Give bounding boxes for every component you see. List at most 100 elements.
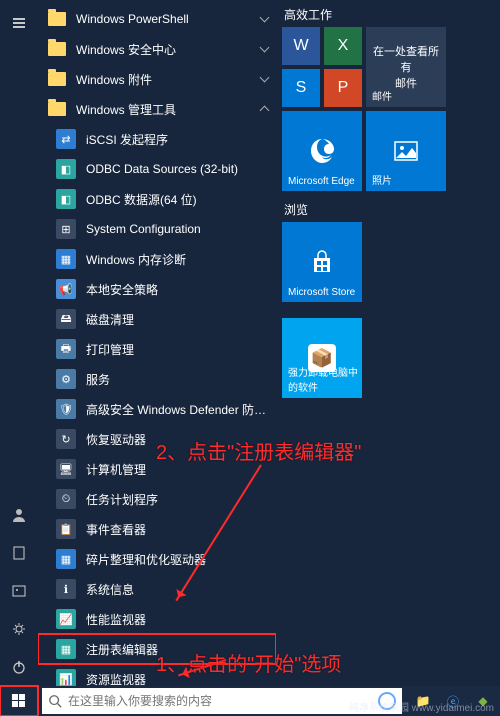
folder-windows-admin-tools[interactable]: Windows 管理工具 (38, 94, 276, 124)
edge-tile[interactable]: Microsoft Edge (282, 111, 362, 191)
app-icon: ℹ (56, 579, 76, 599)
tool-label: 任务计划程序 (86, 491, 158, 508)
app-icon: ▦ (56, 639, 76, 659)
section-header[interactable]: 浏览 (282, 195, 494, 222)
folder-label: Windows 管理工具 (76, 101, 176, 118)
start-button[interactable] (0, 686, 38, 716)
mini-tile[interactable]: S (282, 69, 320, 107)
tool-label: Windows 内存诊断 (86, 251, 186, 268)
app-icon: ⏲ (56, 489, 76, 509)
tool-iscsi[interactable]: ⇄iSCSI 发起程序 (38, 124, 276, 154)
tool-defrag[interactable]: ▦ 碎片整理和优化驱动器 (38, 544, 276, 574)
app-icon: 📋 (56, 519, 76, 539)
search-icon (48, 694, 62, 708)
store-icon (308, 248, 336, 276)
tool-label: 服务 (86, 371, 110, 388)
app-icon: ◧ (56, 189, 76, 209)
folder-windows-security[interactable]: Windows 安全中心 (38, 34, 276, 64)
pictures-button[interactable] (0, 572, 38, 610)
chevron-down-icon (260, 13, 270, 23)
tool-eventvwr[interactable]: 📋事件查看器 (38, 514, 276, 544)
tool-odbc32[interactable]: ◧ODBC Data Sources (32-bit) (38, 154, 276, 184)
tool-label: System Configuration (86, 222, 201, 236)
folder-windows-powershell[interactable]: Windows PowerShell (38, 4, 276, 34)
power-button[interactable] (0, 648, 38, 686)
app-icon: ▦ (56, 549, 76, 569)
tool-recovery[interactable]: ↻ 恢复驱动器 (38, 424, 276, 454)
tool-label: ODBC 数据源(64 位) (86, 191, 197, 208)
tool-label: 打印管理 (86, 341, 134, 358)
tool-label: 恢复驱动器 (86, 431, 146, 448)
folder-windows-accessories[interactable]: Windows 附件 (38, 64, 276, 94)
search-input[interactable] (68, 694, 372, 708)
app-icon: ⊞ (56, 219, 76, 239)
start-menu: Windows PowerShell Windows 安全中心 Windows … (0, 0, 500, 686)
mail-text: 邮件 (395, 78, 417, 90)
cortana-icon[interactable] (378, 692, 396, 710)
folder-label: Windows 附件 (76, 71, 152, 88)
edge-icon (306, 135, 338, 167)
tool-label: ODBC Data Sources (32-bit) (86, 162, 238, 176)
tool-compmgmt[interactable]: 🖥计算机管理 (38, 454, 276, 484)
taskbar-app[interactable]: ◆ (470, 688, 496, 714)
user-icon (11, 507, 27, 523)
tool-memdiag[interactable]: ▦Windows 内存诊断 (38, 244, 276, 274)
store-tile[interactable]: Microsoft Store (282, 222, 362, 302)
photos-icon (392, 137, 420, 165)
windows-icon (12, 694, 26, 708)
mini-tile[interactable]: W (282, 27, 320, 65)
tool-sysconfig[interactable]: ⊞ System Configuration (38, 214, 276, 244)
taskbar-app[interactable]: ⓔ (440, 688, 466, 714)
taskbar-app[interactable]: 📁 (410, 688, 436, 714)
documents-button[interactable] (0, 534, 38, 572)
tool-services[interactable]: ⚙ 服务 (38, 364, 276, 394)
tool-label: 碎片整理和优化驱动器 (86, 551, 206, 568)
photos-tile[interactable]: 照片 (366, 111, 446, 191)
mini-tile[interactable]: X (324, 27, 362, 65)
tool-label: iSCSI 发起程序 (86, 131, 168, 148)
tool-label: 资源监视器 (86, 671, 146, 687)
tool-tasksched[interactable]: ⏲ 任务计划程序 (38, 484, 276, 514)
tile-label: 邮件 (372, 88, 392, 103)
folder-icon (48, 42, 66, 56)
taskbar: 📁 ⓔ ◆ (0, 686, 500, 716)
app-icon: ⚙ (56, 369, 76, 389)
apps-list[interactable]: Windows PowerShell Windows 安全中心 Windows … (38, 0, 276, 686)
tile-label: 强力卸载电脑中的软件 (288, 364, 358, 394)
tool-regedit[interactable]: ▦注册表编辑器 (38, 634, 276, 664)
tool-odbc64[interactable]: ◧ ODBC 数据源(64 位) (38, 184, 276, 214)
expand-menu-button[interactable] (0, 4, 38, 42)
settings-button[interactable] (0, 610, 38, 648)
tile-label: Microsoft Edge (288, 176, 355, 187)
tiles-panel: 高效工作 W X S P 在一处查看所有邮件 邮件 Microsoft Edge… (276, 0, 500, 686)
folder-icon (48, 72, 66, 86)
mail-text: 在一处查看所有 (373, 46, 439, 74)
browser-icon: ⓔ (447, 693, 459, 710)
app-icon: 🖴 (56, 309, 76, 329)
tool-label: 磁盘清理 (86, 311, 134, 328)
tool-sysinfo[interactable]: ℹ系统信息 (38, 574, 276, 604)
uninstall-tile[interactable]: 📦 强力卸载电脑中的软件 (282, 318, 362, 398)
mail-tile[interactable]: 在一处查看所有邮件 邮件 (366, 27, 446, 107)
tool-diskclean[interactable]: 🖴 磁盘清理 (38, 304, 276, 334)
chevron-up-icon (260, 106, 270, 116)
tool-resmon[interactable]: 📊 资源监视器 (38, 664, 276, 686)
pictures-icon (11, 583, 27, 599)
tool-label: 高级安全 Windows Defender 防… (86, 401, 266, 418)
document-icon (11, 545, 27, 561)
mini-tile[interactable]: P (324, 69, 362, 107)
account-button[interactable] (0, 496, 38, 534)
app-icon: ↻ (56, 429, 76, 449)
app-icon: ◆ (478, 694, 487, 708)
tool-secpol[interactable]: 📢本地安全策略 (38, 274, 276, 304)
tool-defender[interactable]: 🛡高级安全 Windows Defender 防… (38, 394, 276, 424)
power-icon (11, 659, 27, 675)
section-header[interactable]: 高效工作 (282, 0, 494, 27)
tool-printmgmt[interactable]: 🖶 打印管理 (38, 334, 276, 364)
app-icon: 📊 (56, 669, 76, 686)
taskbar-icons: 📁 ⓔ ◆ (406, 688, 500, 714)
search-box[interactable] (42, 688, 402, 714)
app-icon: 🖶 (56, 339, 76, 359)
tool-perfmon[interactable]: 📈性能监视器 (38, 604, 276, 634)
gear-icon (11, 621, 27, 637)
